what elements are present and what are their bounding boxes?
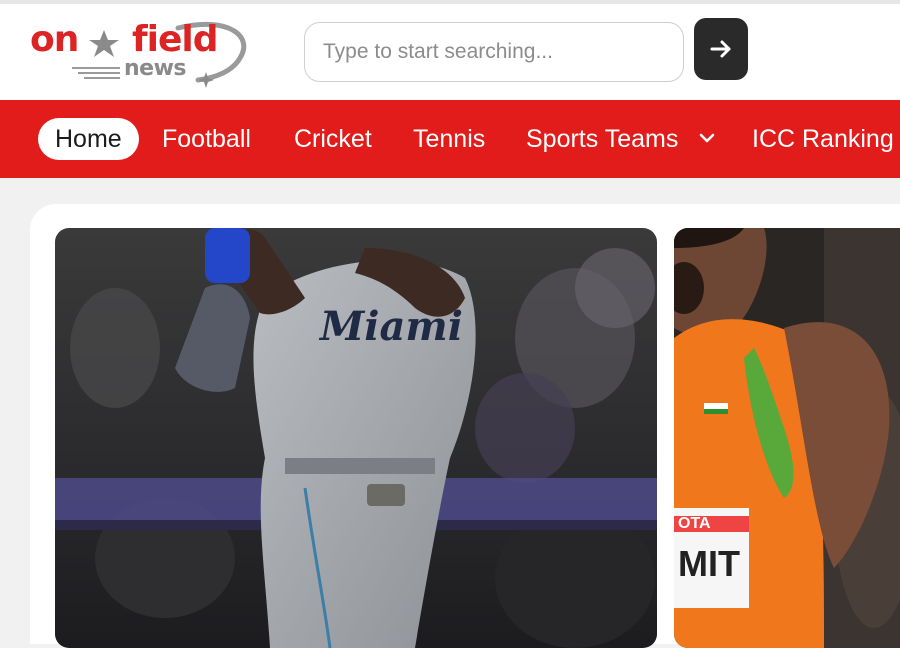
nav-item-sports-teams[interactable]: Sports Teams <box>526 118 715 160</box>
site-logo[interactable]: on field news <box>28 16 250 90</box>
nav-item-icc-ranking[interactable]: ICC Ranking <box>752 118 894 160</box>
logo-word-field: field <box>132 19 219 60</box>
arrow-right-icon <box>710 40 731 58</box>
news-card-javelin[interactable]: OTA MIT <box>674 228 900 648</box>
search-submit-button[interactable] <box>694 18 748 80</box>
main-nav: Home Football Cricket Tennis Sports Team… <box>0 100 900 178</box>
bib-top-text: OTA <box>678 515 711 532</box>
logo-word-on: on <box>30 19 79 60</box>
site-header: on field news <box>0 4 900 100</box>
javelin-athlete-photo: OTA MIT <box>674 228 900 648</box>
nav-item-label: Tennis <box>413 125 486 153</box>
nav-item-label: Sports Teams <box>526 125 679 153</box>
bib-text: MIT <box>678 543 740 584</box>
nav-item-label: ICC Ranking <box>752 125 894 153</box>
nav-item-football[interactable]: Football <box>162 118 251 160</box>
baseball-player-photo: Miami <box>55 228 657 648</box>
search-box <box>304 22 684 82</box>
jersey-text: Miami <box>318 303 463 350</box>
logo-word-news: news <box>124 56 187 81</box>
nav-item-cricket[interactable]: Cricket <box>294 118 372 160</box>
nav-item-label: Football <box>162 125 251 153</box>
nav-item-label: Cricket <box>294 125 372 153</box>
chevron-down-icon <box>700 134 715 143</box>
nav-item-tennis[interactable]: Tennis <box>413 118 485 160</box>
nav-item-label: Home <box>55 125 122 153</box>
news-card-baseball[interactable]: Miami <box>55 228 657 648</box>
search-input[interactable] <box>305 23 683 81</box>
nav-item-home[interactable]: Home <box>38 118 139 160</box>
